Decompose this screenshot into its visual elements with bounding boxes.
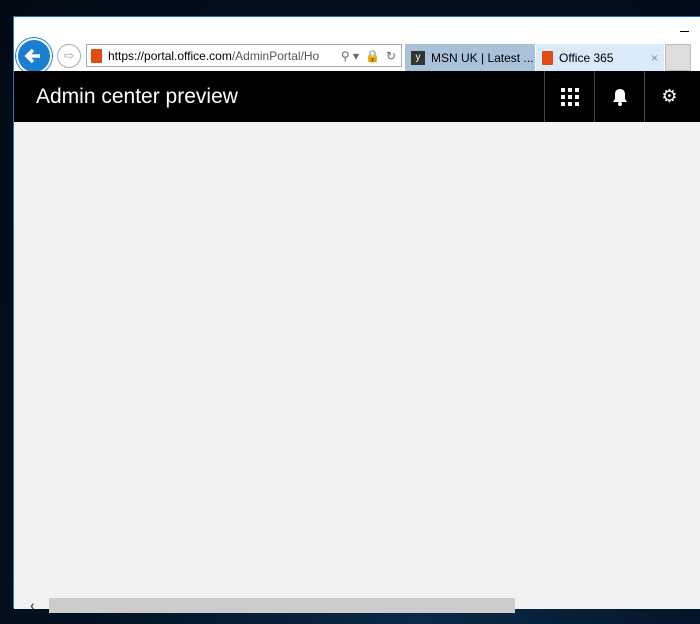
tab-office365[interactable]: Office 365 × bbox=[536, 44, 664, 71]
back-arrow-icon bbox=[24, 48, 40, 64]
app-launcher-button[interactable] bbox=[544, 71, 594, 122]
lock-icon[interactable]: 🔒 bbox=[365, 49, 380, 63]
browser-window: ⇨ https://portal.office.com/AdminPortal/… bbox=[13, 16, 700, 613]
office-logo-icon bbox=[91, 48, 102, 63]
app-header: Admin center preview ⚙ bbox=[14, 71, 700, 122]
settings-button[interactable]: ⚙ bbox=[644, 71, 694, 122]
minimize-button[interactable] bbox=[680, 31, 689, 32]
office-logo-icon bbox=[542, 50, 553, 65]
scroll-left-button[interactable]: ‹ bbox=[30, 597, 35, 613]
refresh-icon[interactable]: ↻ bbox=[386, 49, 396, 63]
back-button[interactable] bbox=[16, 38, 52, 74]
close-tab-icon[interactable]: × bbox=[651, 51, 658, 65]
main-content: ‹ bbox=[14, 122, 700, 613]
waffle-icon bbox=[560, 87, 579, 106]
search-icon[interactable]: ⚲ ▾ bbox=[341, 49, 359, 63]
page-title: Admin center preview bbox=[36, 85, 238, 108]
forward-button[interactable]: ⇨ bbox=[57, 44, 81, 68]
url-text: https://portal.office.com/AdminPortal/Ho bbox=[108, 48, 320, 63]
tab-label: MSN UK | Latest ... bbox=[431, 50, 534, 65]
tab-msn[interactable]: y MSN UK | Latest ... bbox=[405, 44, 535, 71]
gear-icon: ⚙ bbox=[661, 86, 678, 106]
horizontal-scrollbar[interactable] bbox=[49, 598, 515, 613]
new-tab-button[interactable] bbox=[665, 44, 691, 71]
bell-icon bbox=[612, 88, 627, 106]
tab-label: Office 365 bbox=[559, 50, 614, 65]
msn-icon: y bbox=[411, 50, 425, 65]
address-bar[interactable]: https://portal.office.com/AdminPortal/Ho… bbox=[86, 44, 402, 67]
notifications-button[interactable] bbox=[594, 71, 644, 122]
